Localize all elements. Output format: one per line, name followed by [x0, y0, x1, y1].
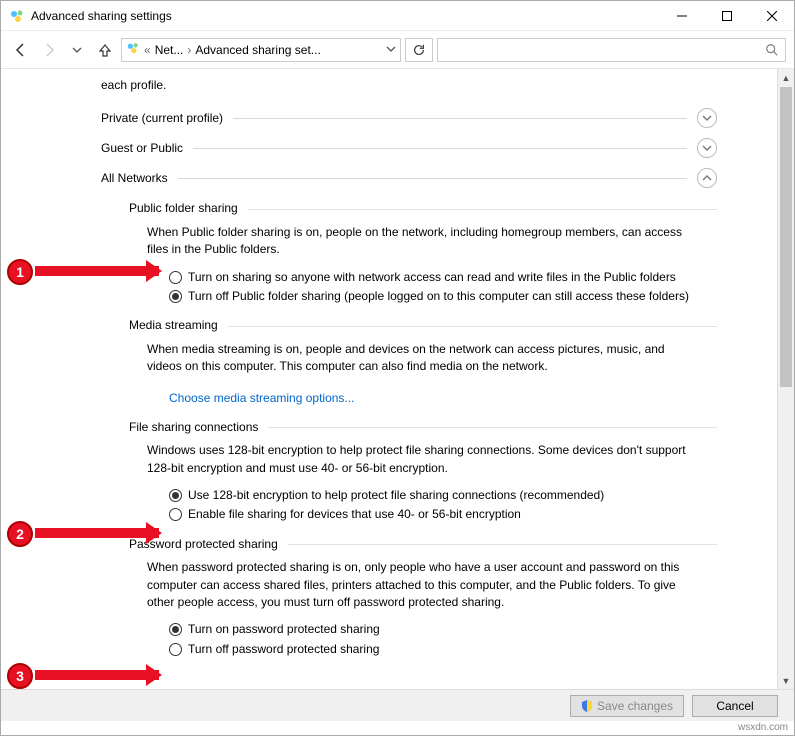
breadcrumb-sep: › [187, 43, 191, 57]
media-options-link[interactable]: Choose media streaming options... [169, 390, 354, 407]
breadcrumb-icon [126, 41, 140, 58]
annotation-arrow [35, 670, 159, 680]
section-guest[interactable]: Guest or Public [101, 138, 717, 158]
radio-label: Turn on sharing so anyone with network a… [188, 269, 676, 286]
radio-icon [169, 508, 182, 521]
radio-fsc-4056[interactable]: Enable file sharing for devices that use… [169, 506, 689, 523]
subhead-pfs: Public folder sharing [129, 200, 717, 217]
radio-icon [169, 489, 182, 502]
close-button[interactable] [749, 1, 794, 31]
recent-dropdown[interactable] [65, 38, 89, 62]
annotation-badge-1: 1 [7, 259, 33, 285]
radio-label: Enable file sharing for devices that use… [188, 506, 521, 523]
annotation-badge-2: 2 [7, 521, 33, 547]
scroll-thumb[interactable] [780, 87, 792, 387]
pps-desc: When password protected sharing is on, o… [147, 559, 687, 611]
subhead-label: File sharing connections [129, 419, 258, 436]
app-icon [9, 8, 25, 24]
cancel-button[interactable]: Cancel [692, 695, 778, 717]
annotation-arrow [35, 266, 159, 276]
up-button[interactable] [93, 38, 117, 62]
radio-pps-on[interactable]: Turn on password protected sharing [169, 621, 689, 638]
breadcrumb-seg-1[interactable]: Net... [155, 43, 184, 57]
radio-icon [169, 290, 182, 303]
radio-pps-off[interactable]: Turn off password protected sharing [169, 641, 689, 658]
section-label: Private (current profile) [101, 110, 223, 127]
subhead-media: Media streaming [129, 317, 717, 334]
pfs-desc: When Public folder sharing is on, people… [147, 224, 687, 259]
navbar: « Net... › Advanced sharing set... [1, 31, 794, 69]
maximize-button[interactable] [704, 1, 749, 31]
radio-label: Turn off Public folder sharing (people l… [188, 288, 689, 305]
subhead-pps: Password protected sharing [129, 536, 717, 553]
watermark: wsxdn.com [738, 722, 788, 733]
refresh-button[interactable] [405, 38, 433, 62]
section-private[interactable]: Private (current profile) [101, 108, 717, 128]
section-allnetworks[interactable]: All Networks [101, 168, 717, 188]
search-icon [765, 43, 779, 60]
breadcrumb[interactable]: « Net... › Advanced sharing set... [121, 38, 401, 62]
subhead-fsc: File sharing connections [129, 419, 717, 436]
breadcrumb-seg-2[interactable]: Advanced sharing set... [195, 43, 320, 57]
back-button[interactable] [9, 38, 33, 62]
chevron-up-icon[interactable] [697, 168, 717, 188]
button-label: Save changes [597, 699, 673, 713]
window-title: Advanced sharing settings [31, 9, 172, 23]
content-pane: each profile. Private (current profile) … [1, 69, 777, 689]
save-button[interactable]: Save changes [570, 695, 684, 717]
subhead-label: Public folder sharing [129, 200, 238, 217]
scroll-down-icon[interactable]: ▼ [778, 672, 794, 689]
intro-text: each profile. [101, 77, 717, 94]
radio-icon [169, 643, 182, 656]
section-label: All Networks [101, 170, 168, 187]
forward-button[interactable] [37, 38, 61, 62]
chevron-down-icon[interactable] [386, 43, 396, 57]
radio-pfs-on[interactable]: Turn on sharing so anyone with network a… [169, 269, 689, 286]
search-input[interactable] [437, 38, 786, 62]
section-label: Guest or Public [101, 140, 183, 157]
minimize-button[interactable] [659, 1, 704, 31]
annotation-arrow [35, 528, 159, 538]
titlebar: Advanced sharing settings [1, 1, 794, 31]
scrollbar[interactable]: ▲ ▼ [777, 69, 794, 689]
radio-fsc-128[interactable]: Use 128-bit encryption to help protect f… [169, 487, 689, 504]
shield-icon [581, 700, 593, 712]
fsc-desc: Windows uses 128-bit encryption to help … [147, 442, 687, 477]
scroll-up-icon[interactable]: ▲ [778, 69, 794, 86]
radio-label: Use 128-bit encryption to help protect f… [188, 487, 604, 504]
footer: Save changes Cancel [1, 689, 794, 721]
annotation-badge-3: 3 [7, 663, 33, 689]
chevron-down-icon[interactable] [697, 108, 717, 128]
radio-label: Turn off password protected sharing [188, 641, 379, 658]
radio-pfs-off[interactable]: Turn off Public folder sharing (people l… [169, 288, 689, 305]
media-desc: When media streaming is on, people and d… [147, 341, 687, 376]
button-label: Cancel [716, 699, 753, 713]
chevron-down-icon[interactable] [697, 138, 717, 158]
radio-icon [169, 623, 182, 636]
subhead-label: Media streaming [129, 317, 218, 334]
radio-label: Turn on password protected sharing [188, 621, 380, 638]
breadcrumb-sep: « [144, 43, 151, 57]
